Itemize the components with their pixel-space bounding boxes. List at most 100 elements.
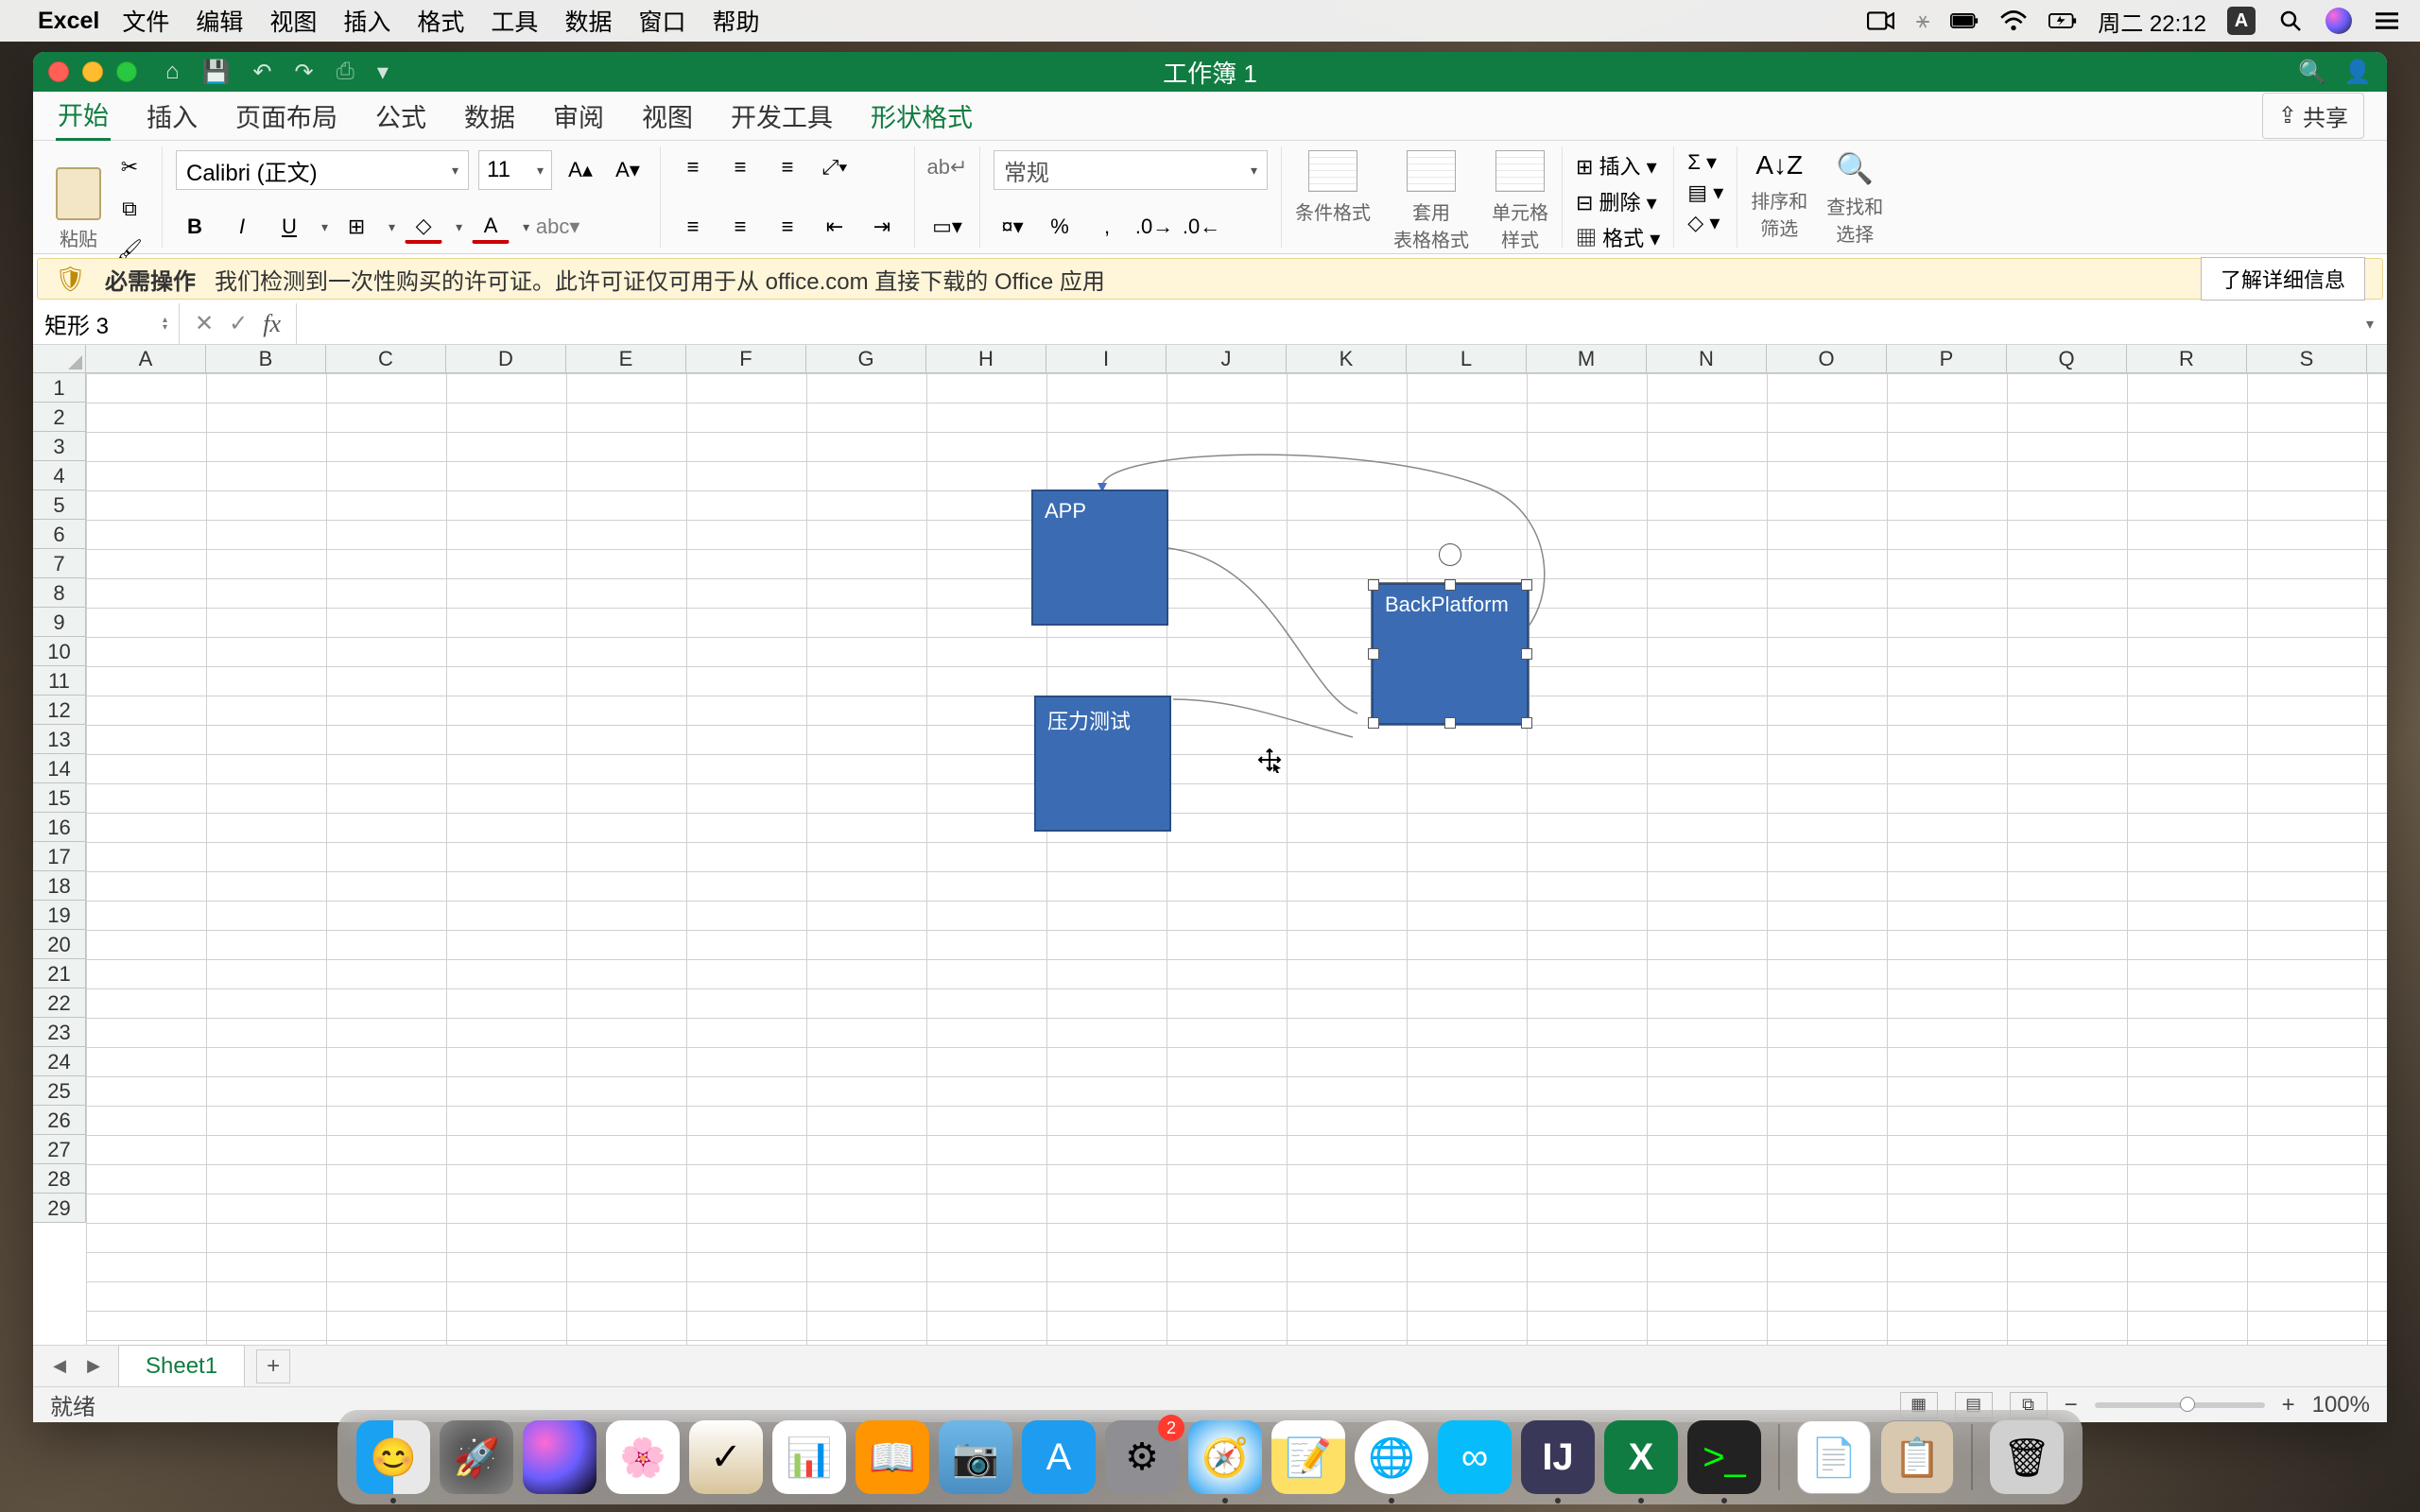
dock-launchpad-icon[interactable]: 🚀: [440, 1420, 513, 1494]
dock-recent-doc-2[interactable]: 📋: [1880, 1420, 1954, 1494]
resize-handle-e[interactable]: [1521, 648, 1532, 660]
increase-indent-button[interactable]: ⇥: [863, 210, 901, 244]
border-button[interactable]: ⊞: [337, 210, 375, 244]
tab-review[interactable]: 审阅: [551, 92, 606, 140]
delete-cells-button[interactable]: ⊟ 删除 ▾: [1576, 186, 1660, 216]
row-header[interactable]: 29: [33, 1194, 86, 1223]
chevron-down-icon[interactable]: ▾: [321, 219, 328, 235]
menubar-clock[interactable]: 周二 22:12: [2098, 5, 2206, 38]
qat-customize-icon[interactable]: ▾: [377, 59, 389, 86]
dock-notes-icon[interactable]: 📝: [1271, 1420, 1345, 1494]
column-header[interactable]: L: [1407, 345, 1527, 372]
dock-finder-icon[interactable]: 😊: [356, 1420, 430, 1494]
orientation-button[interactable]: ⤢▾: [816, 150, 854, 184]
window-search-icon[interactable]: 🔍: [2298, 59, 2326, 86]
menubar-app-name[interactable]: Excel: [38, 8, 99, 35]
menu-window[interactable]: 窗口: [638, 4, 685, 38]
column-header[interactable]: E: [566, 345, 686, 372]
paste-button[interactable]: 粘贴: [56, 167, 101, 251]
fill-color-button[interactable]: ◇: [405, 210, 442, 244]
row-header[interactable]: 22: [33, 988, 86, 1018]
sheet-nav-next[interactable]: ▶: [77, 1352, 111, 1381]
dock-numbers-icon[interactable]: 📊: [772, 1420, 846, 1494]
row-header[interactable]: 1: [33, 373, 86, 403]
row-header[interactable]: 28: [33, 1164, 86, 1194]
zoom-slider[interactable]: [2095, 1402, 2265, 1408]
tab-formulas[interactable]: 公式: [373, 92, 428, 140]
row-header[interactable]: 3: [33, 432, 86, 461]
formula-expand-button[interactable]: ▾: [2353, 303, 2387, 344]
tab-view[interactable]: 视图: [640, 92, 695, 140]
cell-styles-button[interactable]: 单元格 样式: [1492, 150, 1548, 252]
menu-edit[interactable]: 编辑: [196, 4, 243, 38]
tab-shape-format[interactable]: 形状格式: [869, 92, 975, 140]
column-header[interactable]: Q: [2007, 345, 2127, 372]
sheet-nav-prev[interactable]: ◀: [43, 1352, 77, 1381]
rotate-handle[interactable]: ↻: [1439, 543, 1461, 566]
copy-button[interactable]: ⧉: [111, 192, 148, 226]
column-header[interactable]: J: [1167, 345, 1287, 372]
column-header[interactable]: K: [1287, 345, 1407, 372]
formula-enter-button[interactable]: ✓: [229, 310, 248, 337]
fill-button[interactable]: ▤ ▾: [1687, 180, 1723, 205]
dock-excel-icon[interactable]: X: [1604, 1420, 1678, 1494]
cell-grid[interactable]: APP 压力测试 BackPlatform ↻: [86, 373, 2387, 1345]
facetime-icon[interactable]: [1867, 9, 1895, 32]
menu-data[interactable]: 数据: [564, 4, 612, 38]
dock-screenshot-icon[interactable]: 📷: [939, 1420, 1012, 1494]
column-header[interactable]: C: [326, 345, 446, 372]
row-header[interactable]: 26: [33, 1106, 86, 1135]
resize-handle-sw[interactable]: [1368, 717, 1379, 729]
row-header[interactable]: 11: [33, 666, 86, 696]
minimize-window-button[interactable]: [82, 61, 103, 82]
shape-stress-test[interactable]: 压力测试: [1034, 696, 1171, 832]
dock-terminal-icon[interactable]: >_: [1687, 1420, 1761, 1494]
column-header[interactable]: F: [686, 345, 806, 372]
row-header[interactable]: 8: [33, 578, 86, 608]
column-header[interactable]: O: [1767, 345, 1887, 372]
bluetooth-icon[interactable]: ⚹: [1916, 8, 1929, 34]
window-account-icon[interactable]: 👤: [2343, 59, 2372, 86]
shape-backplatform[interactable]: BackPlatform ↻: [1372, 583, 1529, 725]
dock-recent-doc-1[interactable]: 📄: [1797, 1420, 1871, 1494]
column-header[interactable]: A: [86, 345, 206, 372]
add-sheet-button[interactable]: +: [256, 1349, 290, 1383]
close-window-button[interactable]: [48, 61, 69, 82]
dock-safari-icon[interactable]: 🧭: [1188, 1420, 1262, 1494]
insert-cells-button[interactable]: ⊞ 插入 ▾: [1576, 150, 1660, 180]
chevron-down-icon[interactable]: ▾: [523, 219, 529, 235]
column-header[interactable]: P: [1887, 345, 2007, 372]
maximize-window-button[interactable]: [116, 61, 137, 82]
dock-trash-icon[interactable]: 🗑: [1990, 1420, 2064, 1494]
align-right-button[interactable]: ≡: [769, 210, 806, 244]
row-header[interactable]: 17: [33, 842, 86, 871]
dock-appstore-icon[interactable]: A: [1022, 1420, 1096, 1494]
column-header[interactable]: I: [1046, 345, 1167, 372]
percent-button[interactable]: %: [1041, 210, 1079, 244]
bold-button[interactable]: B: [176, 210, 214, 244]
decrease-font-button[interactable]: A▾: [609, 153, 647, 187]
underline-button[interactable]: U: [270, 210, 308, 244]
row-header[interactable]: 15: [33, 783, 86, 813]
row-header[interactable]: 20: [33, 930, 86, 959]
autosum-button[interactable]: Σ ▾: [1687, 150, 1723, 175]
decrease-indent-button[interactable]: ⇤: [816, 210, 854, 244]
column-header[interactable]: M: [1527, 345, 1647, 372]
tab-home[interactable]: 开始: [56, 90, 111, 142]
zoom-thumb[interactable]: [2180, 1397, 2195, 1412]
battery-full-icon[interactable]: [1950, 9, 1979, 32]
sheet-tab-1[interactable]: Sheet1: [118, 1345, 245, 1387]
decrease-decimal-button[interactable]: .0←: [1183, 210, 1220, 244]
comma-button[interactable]: ,: [1088, 210, 1126, 244]
dock-reminders-icon[interactable]: ✓: [689, 1420, 763, 1494]
column-header[interactable]: D: [446, 345, 566, 372]
row-header[interactable]: 25: [33, 1076, 86, 1106]
qat-undo-icon[interactable]: ↶: [252, 59, 271, 86]
currency-button[interactable]: ¤▾: [994, 210, 1031, 244]
fx-icon[interactable]: fx: [263, 310, 281, 338]
row-header[interactable]: 12: [33, 696, 86, 725]
dock-photos-icon[interactable]: 🌸: [606, 1420, 680, 1494]
battery-charging-icon[interactable]: [2048, 9, 2077, 32]
row-header[interactable]: 2: [33, 403, 86, 432]
row-header[interactable]: 27: [33, 1135, 86, 1164]
